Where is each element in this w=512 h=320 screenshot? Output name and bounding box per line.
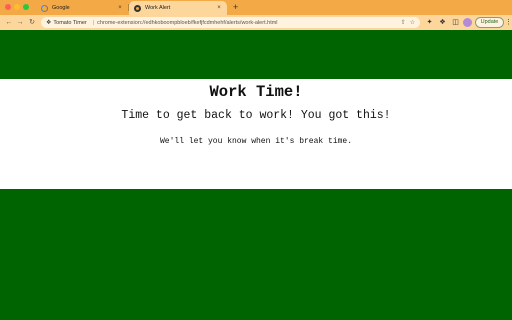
menu-kebab-icon[interactable]: ⋮ <box>505 17 512 28</box>
tomato-icon <box>134 4 141 12</box>
extension-name: Tomato Timer <box>53 19 87 26</box>
reload-icon[interactable]: ↻ <box>27 17 37 28</box>
update-button[interactable]: Update <box>475 17 504 28</box>
address-bar[interactable]: ❖ Tomato Timer | chrome-extension://edhk… <box>41 17 420 28</box>
google-icon <box>41 4 48 12</box>
minimize-window-icon[interactable] <box>14 4 20 10</box>
browser-titlebar: Google × Work Alert × + <box>0 0 512 15</box>
new-tab-button[interactable]: + <box>233 2 238 13</box>
close-window-icon[interactable] <box>5 4 11 10</box>
tab-title: Work Alert <box>145 5 171 11</box>
puzzle-icon: ❖ <box>46 20 52 26</box>
extensions-puzzle-icon[interactable]: ❖ <box>438 18 447 27</box>
side-panel-icon[interactable]: ◫ <box>451 18 460 27</box>
extension-icon[interactable]: ✦ <box>425 18 434 27</box>
tab-title: Google <box>52 5 70 11</box>
maximize-window-icon[interactable] <box>23 4 29 10</box>
url-separator: | <box>92 19 95 26</box>
omnibox-actions: ⇧ ☆ <box>401 17 415 28</box>
forward-arrow-icon[interactable]: → <box>15 17 25 28</box>
page-title: Work Time! <box>209 83 303 101</box>
close-tab-icon[interactable]: × <box>117 5 123 11</box>
bookmark-star-icon[interactable]: ☆ <box>410 19 415 26</box>
tab-google[interactable]: Google × <box>36 1 128 15</box>
extension-badge[interactable]: ❖ Tomato Timer <box>46 19 87 27</box>
browser-toolbar: ← → ↻ ❖ Tomato Timer | chrome-extension:… <box>0 15 512 30</box>
page-background: Work Time! Time to get back to work! You… <box>0 30 512 320</box>
alert-note: We'll let you know when it's break time. <box>159 137 353 146</box>
url-text: chrome-extension://edhkoboompbloeb/fkefj… <box>97 19 278 26</box>
tab-work-alert[interactable]: Work Alert × <box>129 1 227 15</box>
alert-band: Work Time! Time to get back to work! You… <box>0 79 512 189</box>
profile-avatar[interactable] <box>463 18 472 27</box>
share-icon[interactable]: ⇧ <box>401 19 406 26</box>
back-arrow-icon[interactable]: ← <box>4 17 14 28</box>
alert-subtitle: Time to get back to work! You got this! <box>121 109 391 122</box>
close-tab-icon[interactable]: × <box>216 5 222 11</box>
